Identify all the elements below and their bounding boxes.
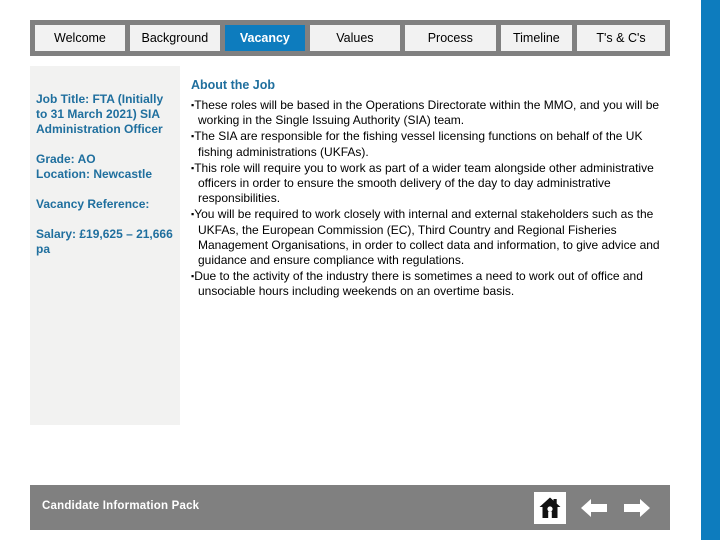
tab-values-label: Values: [336, 31, 374, 45]
footer-navigation: [534, 492, 652, 524]
tab-vacancy[interactable]: Vacancy: [224, 25, 305, 51]
arrow-left-icon: [581, 499, 607, 517]
tab-terms-and-conditions[interactable]: T's & C's: [577, 25, 665, 51]
footer-title: Candidate Information Pack: [42, 500, 200, 512]
job-title-text: Job Title: FTA (Initially to 31 March 20…: [36, 92, 164, 136]
tab-process[interactable]: Process: [404, 25, 496, 51]
home-icon: [539, 497, 561, 518]
tab-timeline-label: Timeline: [512, 31, 560, 45]
arrow-right-icon: [624, 499, 650, 517]
next-button[interactable]: [622, 495, 652, 521]
vacancy-reference-text: Vacancy Reference:: [36, 197, 150, 211]
previous-button[interactable]: [579, 495, 609, 521]
grade-location-text: Grade: AO Location: Newcastle: [36, 152, 174, 182]
bullet-text: This role will require you to work as pa…: [194, 160, 654, 206]
bullet-item: ▪Due to the activity of the industry the…: [191, 269, 667, 299]
salary-text: Salary: £19,625 – 21,666 pa: [36, 227, 173, 256]
tab-bar: Welcome Background Vacancy Values Proces…: [30, 20, 670, 56]
bullet-item: ▪This role will require you to work as p…: [191, 161, 667, 207]
tab-welcome-label: Welcome: [54, 31, 106, 45]
bullet-text: You will be required to work closely wit…: [194, 207, 660, 268]
section-heading: About the Job: [191, 78, 276, 92]
tab-background[interactable]: Background: [129, 25, 220, 51]
home-button[interactable]: [534, 492, 566, 524]
tab-timeline[interactable]: Timeline: [500, 25, 573, 51]
about-the-job-section: About the Job ▪These roles will be based…: [191, 78, 667, 301]
bullet-text: These roles will be based in the Operati…: [194, 98, 660, 128]
tab-welcome[interactable]: Welcome: [35, 25, 125, 51]
tab-vacancy-label: Vacancy: [239, 31, 290, 45]
slide-canvas: Welcome Background Vacancy Values Proces…: [0, 0, 701, 540]
tab-process-label: Process: [427, 31, 473, 45]
bullet-item: ▪You will be required to work closely wi…: [191, 207, 667, 268]
tab-terms-label: T's & C's: [596, 31, 646, 45]
tab-values[interactable]: Values: [309, 25, 400, 51]
bullet-item: ▪These roles will be based in the Operat…: [191, 98, 667, 128]
right-accent-bar: [701, 0, 720, 540]
job-summary-panel: Job Title: FTA (Initially to 31 March 20…: [30, 66, 180, 425]
bullet-item: ▪The SIA are responsible for the fishing…: [191, 129, 667, 159]
tab-background-label: Background: [141, 31, 209, 45]
bullet-text: The SIA are responsible for the fishing …: [194, 129, 643, 159]
footer-bar: Candidate Information Pack: [30, 485, 670, 530]
location-text: Location: Newcastle: [36, 167, 153, 181]
grade-text: Grade: AO: [36, 152, 96, 166]
bullet-text: Due to the activity of the industry ther…: [194, 269, 643, 299]
